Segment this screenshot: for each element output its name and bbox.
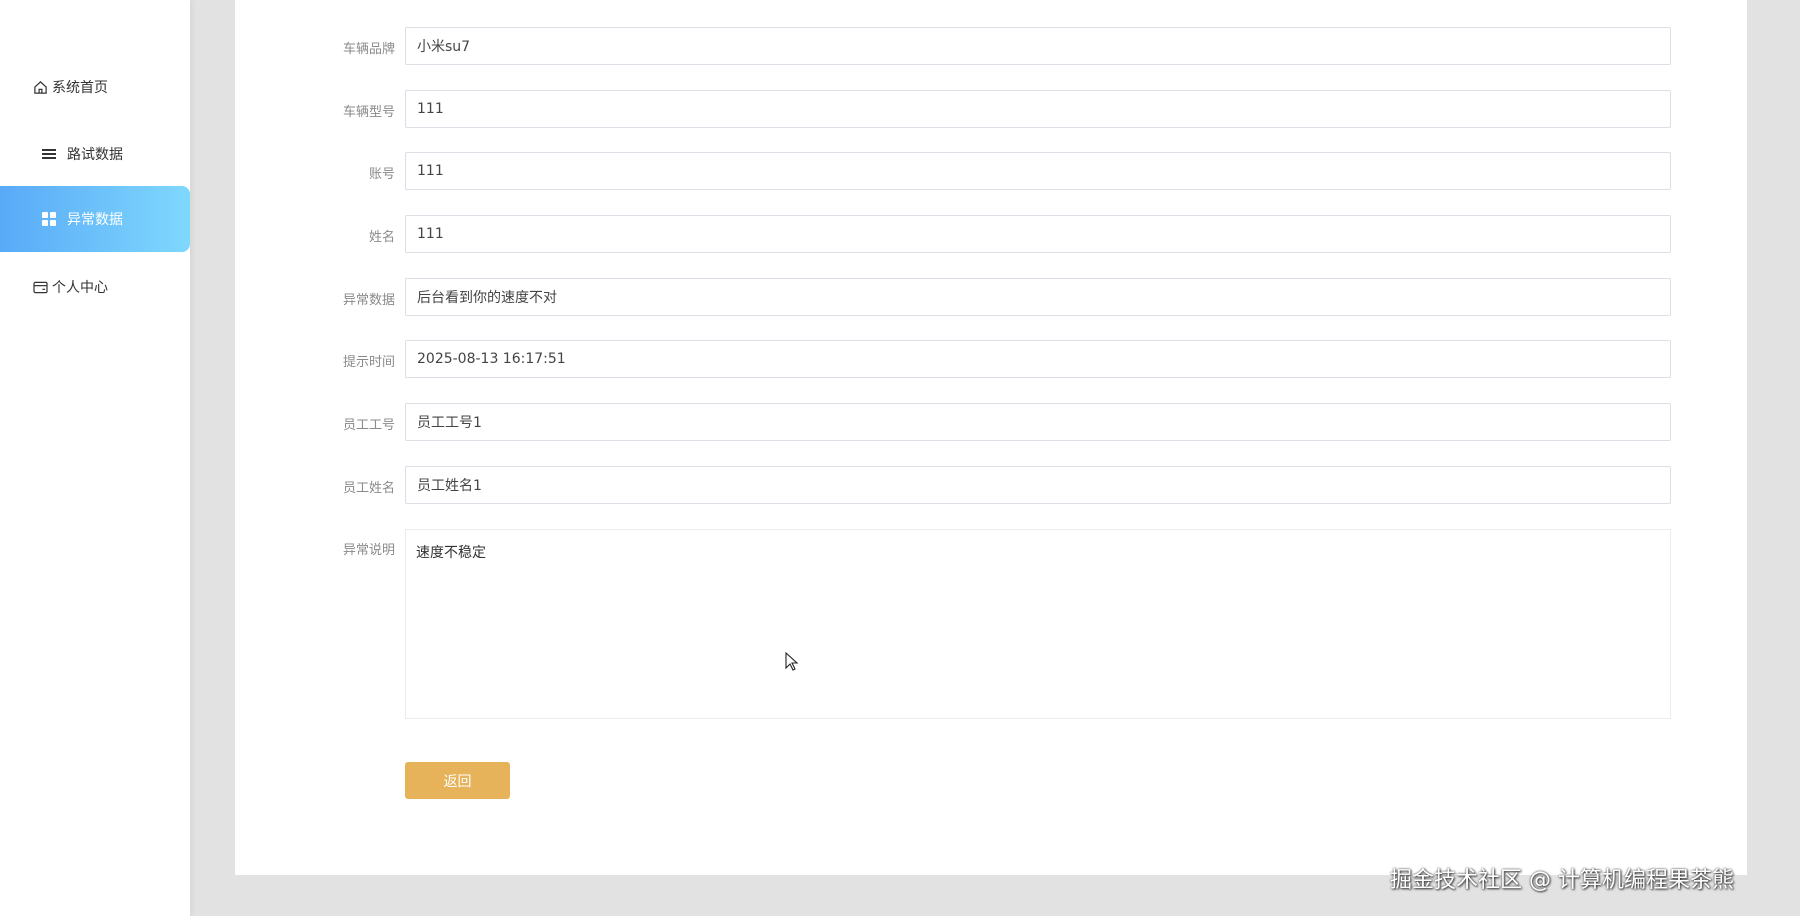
- employee-id-field[interactable]: 员工工号1: [405, 403, 1671, 441]
- back-button[interactable]: 返回: [405, 762, 510, 799]
- mouse-cursor-icon: [785, 652, 799, 671]
- field-label: 异常数据: [342, 293, 395, 308]
- prompt-time-field[interactable]: 2025-08-13 16:17:51: [405, 340, 1671, 378]
- field-label: 车辆型号: [342, 105, 395, 120]
- sidebar: 系统首页 路试数据 异常数据 个人中心: [0, 0, 190, 916]
- home-icon: [31, 78, 49, 96]
- sidebar-item-personal-center[interactable]: 个人中心: [0, 254, 190, 320]
- sidebar-item-abnormal-data[interactable]: 异常数据: [0, 186, 190, 252]
- app-window: 系统首页 路试数据 异常数据 个人中心 车辆品牌 小米su7 车辆型号 111 …: [0, 0, 1800, 916]
- sidebar-item-road-test-data[interactable]: 路试数据: [0, 121, 190, 187]
- account-field[interactable]: 111: [405, 152, 1671, 190]
- watermark: 掘金技术社区 @ 计算机编程果茶熊: [1390, 868, 1734, 893]
- abnormal-data-field[interactable]: 后台看到你的速度不对: [405, 278, 1671, 316]
- grid-icon: [40, 210, 58, 228]
- sidebar-item-label: 异常数据: [67, 212, 123, 228]
- name-field[interactable]: 111: [405, 215, 1671, 253]
- list-icon: [40, 145, 58, 163]
- card-icon: [31, 278, 49, 296]
- detail-panel: 车辆品牌 小米su7 车辆型号 111 账号 111 姓名 111 异常数据 后…: [235, 0, 1747, 875]
- sidebar-item-label: 系统首页: [52, 80, 108, 96]
- field-label: 姓名: [368, 230, 395, 245]
- description-textarea[interactable]: 速度不稳定: [405, 529, 1671, 719]
- sidebar-item-home[interactable]: 系统首页: [0, 54, 190, 120]
- field-label: 员工工号: [342, 418, 395, 433]
- sidebar-item-label: 路试数据: [67, 147, 123, 163]
- brand-field[interactable]: 小米su7: [405, 27, 1671, 65]
- field-label: 员工姓名: [342, 481, 395, 496]
- field-label: 提示时间: [342, 355, 395, 370]
- sidebar-item-label: 个人中心: [52, 280, 108, 296]
- field-label: 异常说明: [342, 543, 395, 558]
- field-label: 账号: [368, 167, 395, 182]
- model-field[interactable]: 111: [405, 90, 1671, 128]
- field-label: 车辆品牌: [342, 42, 395, 57]
- employee-name-field[interactable]: 员工姓名1: [405, 466, 1671, 504]
